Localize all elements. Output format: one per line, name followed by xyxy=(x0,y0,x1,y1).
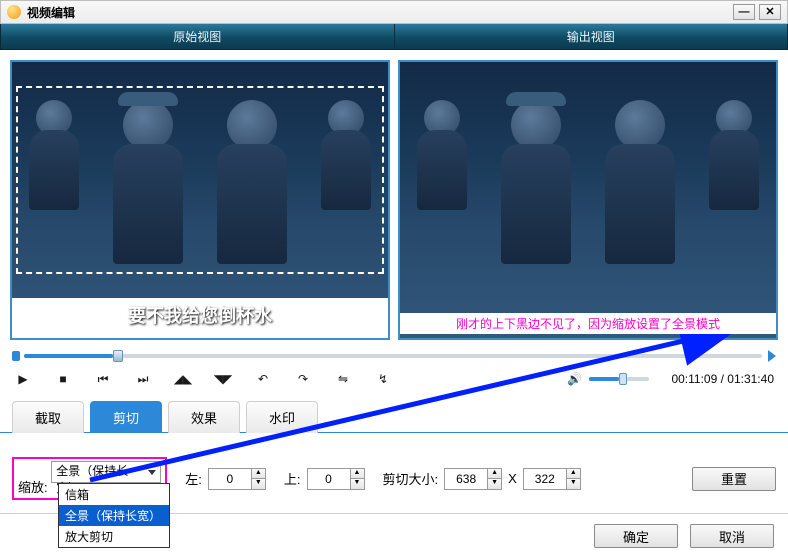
title-bar: 视频编辑 — ✕ xyxy=(0,0,788,24)
app-icon xyxy=(7,5,21,19)
video-subtitle: 要不我给您倒杯水 xyxy=(12,302,388,328)
output-view-tab[interactable]: 输出视图 xyxy=(395,24,788,49)
original-view-tab[interactable]: 原始视图 xyxy=(1,24,395,49)
zoom-dropdown-list[interactable]: 信箱 全景（保持长宽） 放大剪切 xyxy=(58,483,170,548)
view-header: 原始视图 输出视图 xyxy=(0,24,788,50)
original-preview[interactable]: 要不我给您倒杯水 xyxy=(10,60,390,340)
preview-row: 要不我给您倒杯水 刚才的上下黑边不见了，因为缩放设置了全景模式 xyxy=(0,50,788,340)
zoom-option-letterbox[interactable]: 信箱 xyxy=(59,484,169,505)
output-caption: 刚才的上下黑边不见了，因为缩放设置了全景模式 xyxy=(400,313,776,334)
ok-button[interactable]: 确定 xyxy=(594,524,678,548)
close-button[interactable]: ✕ xyxy=(759,4,781,20)
cancel-button[interactable]: 取消 xyxy=(690,524,774,548)
window-title: 视频编辑 xyxy=(27,4,75,21)
zoom-option-enlarge[interactable]: 放大剪切 xyxy=(59,526,169,547)
zoom-option-panorama[interactable]: 全景（保持长宽） xyxy=(59,505,169,526)
crop-selection[interactable] xyxy=(16,86,384,274)
output-preview[interactable]: 刚才的上下黑边不见了，因为缩放设置了全景模式 xyxy=(398,60,778,340)
minimize-button[interactable]: — xyxy=(733,4,755,20)
